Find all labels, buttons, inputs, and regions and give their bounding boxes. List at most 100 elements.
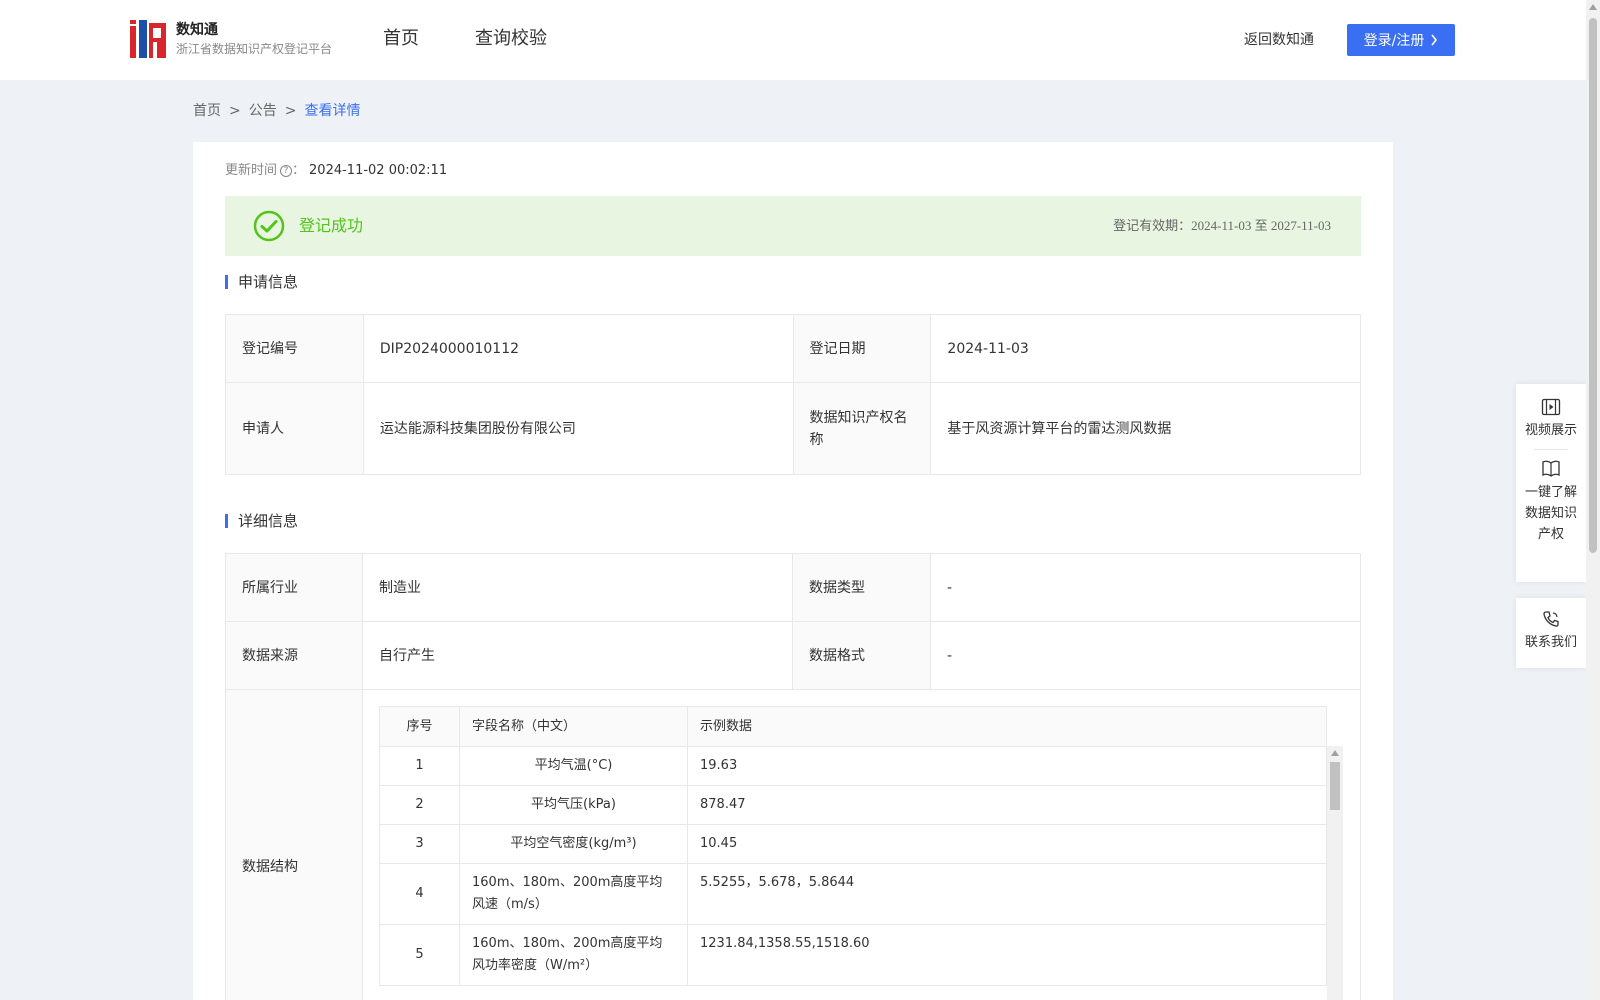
table-row: 1 平均气温(°C) 19.63 xyxy=(379,746,1327,786)
update-time-label: 更新时间 xyxy=(225,163,278,178)
row-sample: 10.45 xyxy=(687,824,1327,864)
row-index: 3 xyxy=(379,824,460,864)
row-index: 2 xyxy=(379,785,460,825)
breadcrumb-home[interactable]: 首页 xyxy=(193,100,221,122)
check-circle-icon xyxy=(253,210,285,242)
brand-name: 数知通 xyxy=(176,22,218,38)
table-row: 3 平均空气密度(kg/m³) 10.45 xyxy=(379,824,1327,864)
float-panel-top: 视频展示 一键了解数据知识产权 xyxy=(1516,384,1586,582)
row-sample: 19.63 xyxy=(687,746,1327,786)
industry-label: 所属行业 xyxy=(225,553,363,622)
validity-period: 登记有效期：2024-11-03 至 2027-11-03 xyxy=(1113,216,1331,237)
float-panel-bottom: 联系我们 xyxy=(1516,598,1586,668)
update-time-value: 2024-11-02 00:02:11 xyxy=(309,163,448,178)
main-nav: 首页 查询校验 xyxy=(383,26,547,52)
phone-icon xyxy=(1543,611,1559,627)
video-icon xyxy=(1541,398,1561,416)
learn-ip-label: 一键了解数据知识产权 xyxy=(1524,485,1577,542)
row-field-name: 160m、180m、200m高度平均风功率密度（W/m²） xyxy=(459,924,688,986)
divider xyxy=(1534,449,1568,450)
brand-subtitle: 浙江省数据知识产权登记平台 xyxy=(176,42,333,56)
row-sample: 5.5255，5.678，5.8644 xyxy=(687,863,1327,925)
applicant-value: 运达能源科技集团股份有限公司 xyxy=(362,382,794,475)
section-title-apply: 申请信息 xyxy=(225,273,298,291)
registration-status-banner: 登记成功 登记有效期：2024-11-03 至 2027-11-03 xyxy=(225,196,1361,256)
row-sample: 1231.84,1358.55,1518.60 xyxy=(687,924,1327,986)
structure-header-row: 序号 字段名称（中文） 示例数据 xyxy=(379,706,1327,747)
login-register-button[interactable]: 登录/注册 xyxy=(1347,24,1455,56)
video-showcase-label: 视频展示 xyxy=(1524,423,1577,438)
table-row: 登记编号 DIP2024000010112 登记日期 2024-11-03 xyxy=(225,314,1361,383)
reg-no-label: 登记编号 xyxy=(225,314,364,383)
brand: 数知通 浙江省数据知识产权登记平台 xyxy=(176,20,332,58)
validity-label: 登记有效期： xyxy=(1113,219,1192,234)
ip-name-value: 基于风资源计算平台的雷达测风数据 xyxy=(930,382,1361,475)
status-text: 登记成功 xyxy=(299,216,364,235)
structure-table: 序号 字段名称（中文） 示例数据 1 平均气温(°C) 19.63 2 平均气压… xyxy=(379,706,1327,986)
data-structure-cell: 序号 字段名称（中文） 示例数据 1 平均气温(°C) 19.63 2 平均气压… xyxy=(362,689,1361,1000)
nav-query-verify[interactable]: 查询校验 xyxy=(475,26,547,52)
breadcrumb: 首页 > 公告 > 查看详情 xyxy=(193,100,360,122)
top-header: 数知通 浙江省数据知识产权登记平台 首页 查询校验 返回数知通 登录/注册 xyxy=(0,0,1586,80)
scroll-up-arrow-icon[interactable] xyxy=(1331,750,1339,756)
row-field-name: 平均气压(kPa) xyxy=(459,785,688,825)
reg-date-value: 2024-11-03 xyxy=(930,314,1361,383)
breadcrumb-separator: > xyxy=(284,103,297,119)
breadcrumb-current: 查看详情 xyxy=(304,103,361,119)
row-field-name: 160m、180m、200m高度平均风速（m/s） xyxy=(459,863,688,925)
data-format-value: - xyxy=(929,621,1362,690)
reg-date-label: 登记日期 xyxy=(792,314,932,383)
ip-name-label: 数据知识产权名称 xyxy=(792,382,932,475)
detail-card: 更新时间 ? ： 2024-11-02 00:02:11 登记成功 登记有效期：… xyxy=(193,142,1393,1000)
scroll-up-arrow-icon[interactable] xyxy=(1589,4,1597,10)
data-structure-label: 数据结构 xyxy=(225,689,363,1000)
video-showcase-button[interactable]: 视频展示 xyxy=(1516,398,1586,441)
row-index: 1 xyxy=(379,746,460,786)
validity-dates: 2024-11-03 至 2027-11-03 xyxy=(1191,218,1331,233)
data-source-label: 数据来源 xyxy=(225,621,363,690)
chevron-right-icon xyxy=(1431,34,1438,46)
question-icon[interactable]: ? xyxy=(280,165,293,177)
col-header-sample: 示例数据 xyxy=(687,706,1327,747)
book-icon xyxy=(1542,460,1560,477)
row-index: 4 xyxy=(379,863,460,925)
col-header-field-name: 字段名称（中文） xyxy=(459,706,688,747)
table-row: 申请人 运达能源科技集团股份有限公司 数据知识产权名称 基于风资源计算平台的雷达… xyxy=(225,382,1361,475)
apply-info-table: 登记编号 DIP2024000010112 登记日期 2024-11-03 申请… xyxy=(225,314,1361,475)
update-time-colon: ： xyxy=(292,163,306,178)
nav-home[interactable]: 首页 xyxy=(383,26,419,52)
learn-ip-button[interactable]: 一键了解数据知识产权 xyxy=(1516,458,1586,545)
industry-value: 制造业 xyxy=(362,553,793,622)
table-row: 5 160m、180m、200m高度平均风功率密度（W/m²） 1231.84,… xyxy=(379,924,1327,986)
login-register-label: 登录/注册 xyxy=(1363,33,1425,49)
data-format-label: 数据格式 xyxy=(791,621,931,690)
applicant-label: 申请人 xyxy=(225,382,364,475)
data-type-label: 数据类型 xyxy=(791,553,931,622)
back-to-szt-link[interactable]: 返回数知通 xyxy=(1244,30,1314,50)
data-source-value: 自行产生 xyxy=(362,621,793,690)
data-type-value: - xyxy=(929,553,1362,622)
row-field-name: 平均气温(°C) xyxy=(459,746,688,786)
row-index: 5 xyxy=(379,924,460,986)
structure-scroll-thumb[interactable] xyxy=(1330,762,1340,810)
contact-us-label: 联系我们 xyxy=(1524,635,1577,650)
page-scroll-thumb[interactable] xyxy=(1589,18,1597,553)
section-title-detail: 详细信息 xyxy=(225,512,298,530)
contact-us-button[interactable]: 联系我们 xyxy=(1516,610,1586,653)
table-row: 4 160m、180m、200m高度平均风速（m/s） 5.5255，5.678… xyxy=(379,863,1327,925)
structure-table-wrapper[interactable]: 序号 字段名称（中文） 示例数据 1 平均气温(°C) 19.63 2 平均气压… xyxy=(379,706,1343,1000)
table-row: 2 平均气压(kPa) 878.47 xyxy=(379,785,1327,825)
table-row: 数据来源 自行产生 数据格式 - xyxy=(225,621,1362,690)
reg-no-value: DIP2024000010112 xyxy=(362,314,794,383)
page-scrollbar[interactable] xyxy=(1586,0,1600,1000)
table-row: 所属行业 制造业 数据类型 - xyxy=(225,553,1362,622)
breadcrumb-separator: > xyxy=(229,103,241,119)
breadcrumb-announcement[interactable]: 公告 xyxy=(249,100,277,122)
col-header-index: 序号 xyxy=(379,706,460,747)
site-logo[interactable] xyxy=(130,20,166,58)
row-field-name: 平均空气密度(kg/m³) xyxy=(459,824,688,864)
structure-scrollbar[interactable] xyxy=(1327,746,1343,1000)
update-time-row: 更新时间 ? ： 2024-11-02 00:02:11 xyxy=(225,160,447,182)
row-sample: 878.47 xyxy=(687,785,1327,825)
table-row: 数据结构 序号 字段名称（中文） 示例数据 1 平均气温(°C) 19.63 2… xyxy=(225,689,1361,1000)
